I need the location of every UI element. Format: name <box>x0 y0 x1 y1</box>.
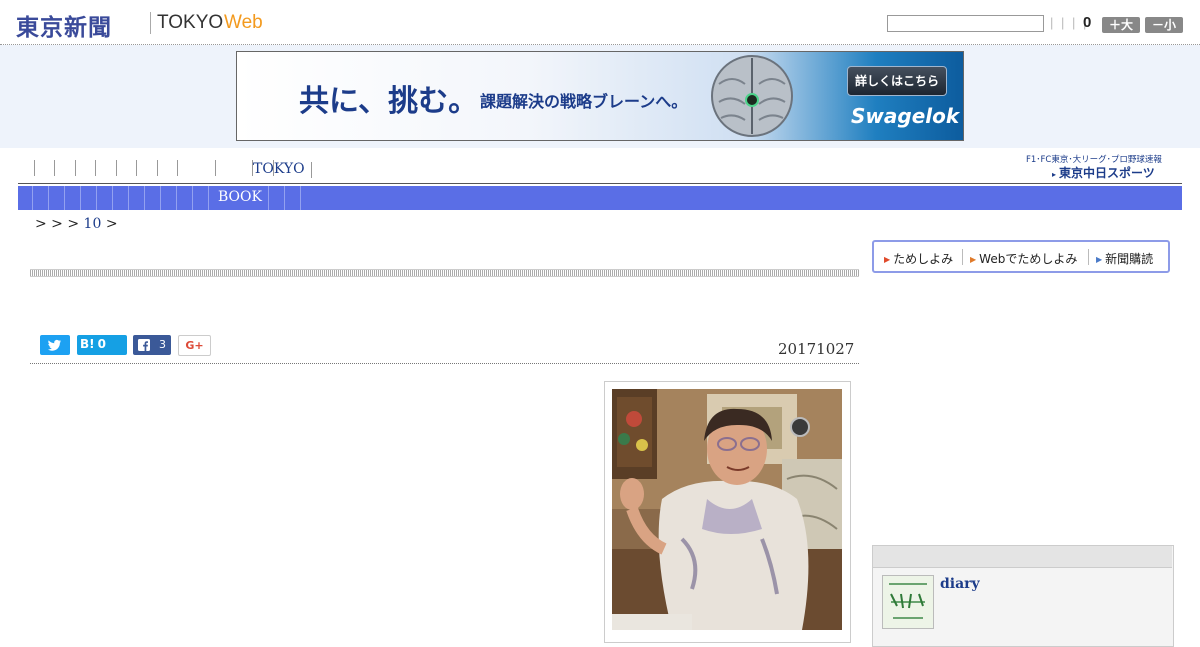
header-counter: 0 <box>1083 14 1092 31</box>
nav-item-tokyo[interactable]: TOKYO <box>253 161 305 177</box>
search-input[interactable] <box>887 15 1044 32</box>
triangle-right-icon: ▶ <box>970 255 977 264</box>
nav-divider <box>115 160 117 176</box>
nav-divider <box>311 162 312 178</box>
nav-divider <box>34 160 35 176</box>
section-nav <box>30 160 274 180</box>
site-logo-tokyo-shimbun[interactable]: 東京新聞 <box>16 8 112 42</box>
nav-divider <box>214 160 216 176</box>
nav-divider <box>177 160 179 176</box>
category-divider <box>48 186 49 210</box>
logo-tokyo-text[interactable]: TOKYO <box>157 12 223 34</box>
font-size-large-button[interactable]: ＋大 <box>1102 17 1140 33</box>
ad-brand-logo: Swagelok <box>851 104 960 128</box>
ad-cta-button[interactable]: 詳しくはこちら <box>847 66 947 96</box>
nav-divider <box>156 160 158 176</box>
category-divider <box>32 186 33 210</box>
triangle-right-icon: ▶ <box>1096 255 1103 264</box>
category-divider <box>80 186 81 210</box>
category-divider <box>268 186 269 210</box>
hatena-icon: B! <box>80 337 95 351</box>
tab-divider <box>1088 249 1089 265</box>
category-divider <box>160 186 161 210</box>
category-divider <box>300 186 301 210</box>
tab-divider <box>962 249 963 265</box>
category-bar <box>18 186 1182 210</box>
facebook-share-button[interactable]: 3 <box>133 335 171 355</box>
logo-web-text[interactable]: Web <box>224 12 263 34</box>
ad-banner[interactable]: 共に、挑む。 課題解決の戦略ブレーンへ。 詳しくはこちら Swagelok <box>236 51 964 141</box>
chunichi-sports-logo[interactable]: ▸ 東京中日スポーツ <box>1052 164 1155 181</box>
nav-underline <box>18 183 1182 184</box>
date-divider <box>30 363 859 364</box>
chevron-right-icon: ▸ <box>1052 170 1057 179</box>
category-book[interactable]: BOOK <box>218 189 262 205</box>
subscription-tabs: ▶ ためしよみ ▶ Webでためしよみ ▶ 新聞購読 <box>872 240 1170 273</box>
facebook-icon <box>138 339 150 351</box>
category-divider <box>208 186 209 210</box>
article-date: 20171027 <box>778 340 855 358</box>
hatena-count: 0 <box>97 337 106 351</box>
article-photo[interactable] <box>612 389 842 630</box>
google-plus-share-button[interactable]: G+ <box>178 335 211 356</box>
twitter-icon <box>48 339 61 351</box>
category-divider <box>128 186 129 210</box>
nav-divider <box>74 160 76 176</box>
category-divider <box>176 186 177 210</box>
brain-icon <box>711 55 793 137</box>
facebook-count: 3 <box>159 338 166 351</box>
category-divider <box>112 186 113 210</box>
chunichi-logo-text: 東京中日スポーツ <box>1059 166 1155 180</box>
nav-divider <box>136 160 138 176</box>
logo-divider <box>150 12 151 34</box>
category-divider <box>64 186 65 210</box>
twitter-share-button[interactable] <box>40 335 70 355</box>
tab-label: 新聞購読 <box>1105 252 1154 266</box>
nav-divider <box>95 160 97 176</box>
diary-thumbnail[interactable] <box>882 575 934 629</box>
ad-subline: 課題解決の戦略ブレーンへ。 <box>480 92 688 111</box>
tab-label: Webでためしよみ <box>979 252 1078 266</box>
nav-divider <box>54 160 56 176</box>
breadcrumb-link[interactable]: 10 <box>84 216 102 232</box>
diary-title-link[interactable]: diary <box>940 576 980 592</box>
tab-subscribe[interactable]: ▶ 新聞購読 <box>1096 250 1153 267</box>
tab-web-tameshiyomi[interactable]: ▶ Webでためしよみ <box>970 250 1077 267</box>
ad-headline: 共に、挑む。 <box>299 84 479 119</box>
article-title-rule <box>30 269 859 277</box>
category-divider <box>144 186 145 210</box>
tab-label: ためしよみ <box>893 252 954 266</box>
triangle-right-icon: ▶ <box>884 255 891 264</box>
tab-tameshiyomi[interactable]: ▶ ためしよみ <box>884 250 953 267</box>
sidebar-box-header <box>873 546 1172 568</box>
breadcrumb-arrows: > > > <box>35 216 80 232</box>
category-divider <box>192 186 193 210</box>
breadcrumb: > > > 10 > <box>35 216 118 232</box>
font-size-small-button[interactable]: －小 <box>1145 17 1183 33</box>
breadcrumb-arrow: > <box>105 216 118 232</box>
hatena-bookmark-button[interactable]: B! 0 <box>77 335 127 355</box>
category-divider <box>96 186 97 210</box>
category-divider <box>284 186 285 210</box>
